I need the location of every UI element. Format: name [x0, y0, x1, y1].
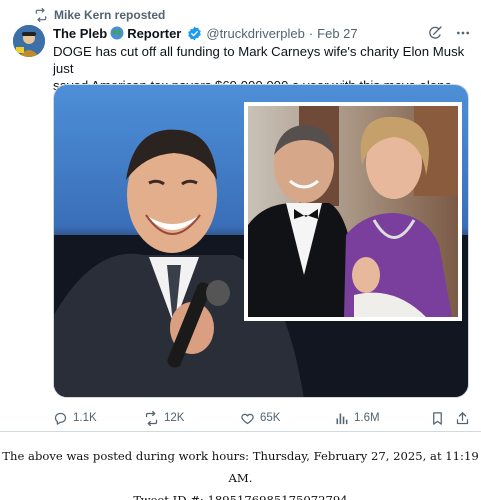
more-options-icon[interactable]: [455, 25, 471, 41]
tweet-header: The Pleb Reporter @truckdriverpleb · Feb…: [53, 25, 471, 41]
share-icon: [456, 411, 469, 424]
display-name-part2: Reporter: [127, 25, 182, 41]
avatar[interactable]: [13, 25, 45, 57]
like-count: 65K: [260, 412, 281, 424]
photo-composite: [54, 85, 468, 397]
separator-dot: ·: [308, 25, 314, 41]
tweet-image[interactable]: [53, 84, 469, 398]
display-name-part1: The Pleb: [53, 25, 108, 41]
display-name[interactable]: The Pleb Reporter: [53, 26, 202, 41]
bookmark-button[interactable]: [430, 411, 445, 426]
views-chart-icon: [336, 413, 348, 424]
header-actions: [427, 25, 471, 41]
author-handle[interactable]: @truckdriverpleb: [206, 26, 304, 41]
views-count: 1.6M: [354, 412, 380, 424]
repost-label[interactable]: Mike Kern reposted: [54, 8, 165, 22]
repost-indicator: Mike Kern reposted: [34, 8, 165, 22]
verified-badge-icon: [188, 26, 202, 40]
reply-icon: [54, 412, 67, 425]
heart-icon: [241, 413, 254, 424]
tweet-text-line1: DOGE has cut off all funding to Mark Car…: [53, 44, 465, 76]
repost-button[interactable]: 12K: [144, 410, 185, 426]
bookmark-icon: [433, 411, 442, 425]
repost-count: 12K: [164, 412, 185, 424]
tweet-card[interactable]: Mike Kern reposted The Pleb Reporter @tr…: [0, 0, 481, 432]
reply-count: 1.1K: [73, 412, 97, 424]
caption-line2: Tweet ID #: 1895176985175072794: [133, 493, 348, 500]
reply-button[interactable]: 1.1K: [53, 411, 97, 426]
share-button[interactable]: [455, 411, 470, 426]
globe-icon: [110, 26, 124, 40]
like-button[interactable]: 65K: [240, 411, 280, 426]
grok-icon[interactable]: [427, 25, 443, 41]
repost-icon: [145, 410, 158, 426]
tweet-actions: 1.1K 12K 65K 1.6M: [53, 410, 469, 426]
repost-icon: [35, 8, 47, 22]
caption-line1: The above was posted during work hours: …: [2, 449, 479, 485]
screenshot-caption: The above was posted during work hours: …: [0, 445, 481, 500]
views-button[interactable]: 1.6M: [334, 411, 380, 426]
post-date[interactable]: Feb 27: [317, 26, 357, 41]
